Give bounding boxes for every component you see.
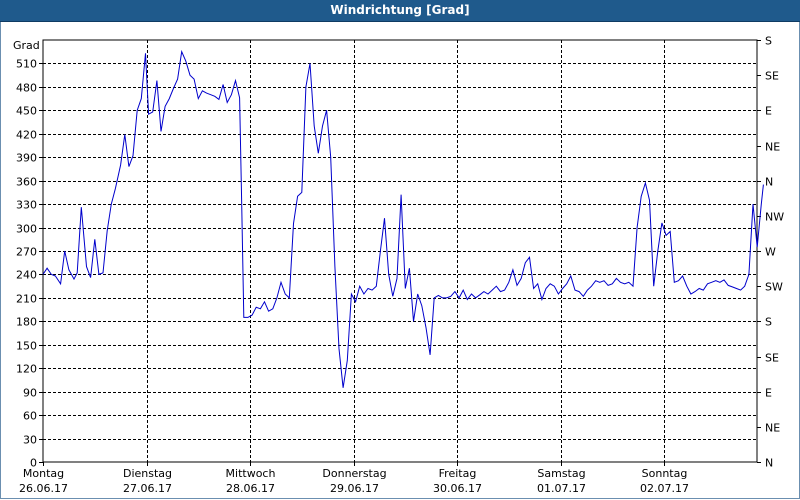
compass-tick-label: N (765, 457, 773, 470)
chart-frame: 0 30 60 90 120 150 180 210 240 270 300 330 360 390 420… (0, 22, 800, 499)
compass-tick-label: SW (765, 281, 783, 294)
y-tick-label: 420 (16, 129, 37, 142)
x-day-label: Donnerstag (322, 467, 386, 480)
x-day-label: Dienstag (123, 467, 172, 480)
compass-tick-label: N (765, 176, 773, 189)
window-titlebar: Windrichtung [Grad] (0, 0, 800, 22)
compass-tick-label: W (765, 246, 776, 259)
y-tick-label: 180 (16, 316, 37, 329)
y-tick-label: 300 (16, 223, 37, 236)
x-date-label: 30.06.17 (433, 482, 482, 495)
left-axis: 0306090120150180210240270300330360390420… (16, 58, 43, 470)
x-day-label: Freitag (439, 467, 477, 480)
y-tick-label: 330 (16, 199, 37, 212)
wind-direction-series-line (42, 49, 764, 388)
y-tick-label: 30 (23, 434, 37, 447)
y-axis-label: Grad (13, 39, 40, 52)
y-tick-label: 120 (16, 363, 37, 376)
y-tick-label: 240 (16, 269, 37, 282)
x-day-label: Montag (23, 467, 64, 480)
compass-tick-label: NE (765, 141, 780, 154)
x-date-label: 28.06.17 (226, 482, 275, 495)
x-date-label: 29.06.17 (330, 482, 379, 495)
y-tick-label: 60 (23, 410, 37, 423)
y-tick-label: 510 (16, 58, 37, 71)
compass-tick-label: NW (765, 211, 784, 224)
x-axis: Montag 26.06.17 Dienstag 27.06.17 Mittwoch 28… (19, 462, 689, 495)
x-day-label: Sonntag (642, 467, 688, 480)
x-date-label: 01.07.17 (537, 482, 586, 495)
compass-tick-label: S (765, 316, 772, 329)
y-tick-label: 450 (16, 105, 37, 118)
compass-tick-label: S (765, 35, 772, 48)
x-day-label: Samstag (537, 467, 585, 480)
x-day-label: Mittwoch (226, 467, 276, 480)
grid-lines (43, 40, 757, 462)
right-axis: N NE E SE S SW W NW N NE E SE S (757, 35, 784, 470)
wind-direction-chart: 0306090120150180210240270300330360390420… (13, 35, 784, 496)
compass-tick-label: E (765, 387, 772, 400)
y-tick-label: 150 (16, 340, 37, 353)
x-date-label: 02.07.17 (640, 482, 689, 495)
x-date-label: 27.06.17 (123, 482, 172, 495)
y-tick-label: 90 (23, 387, 37, 400)
compass-tick-label: SE (765, 70, 779, 83)
x-date-label: 26.06.17 (19, 482, 68, 495)
y-tick-label: 210 (16, 293, 37, 306)
window-title: Windrichtung [Grad] (330, 3, 470, 17)
y-tick-label: 360 (16, 176, 37, 189)
y-tick-label: 480 (16, 82, 37, 95)
y-tick-label: 390 (16, 152, 37, 165)
compass-tick-label: E (765, 105, 772, 118)
y-tick-label: 270 (16, 246, 37, 259)
compass-tick-label: NE (765, 422, 780, 435)
compass-tick-label: SE (765, 352, 779, 365)
